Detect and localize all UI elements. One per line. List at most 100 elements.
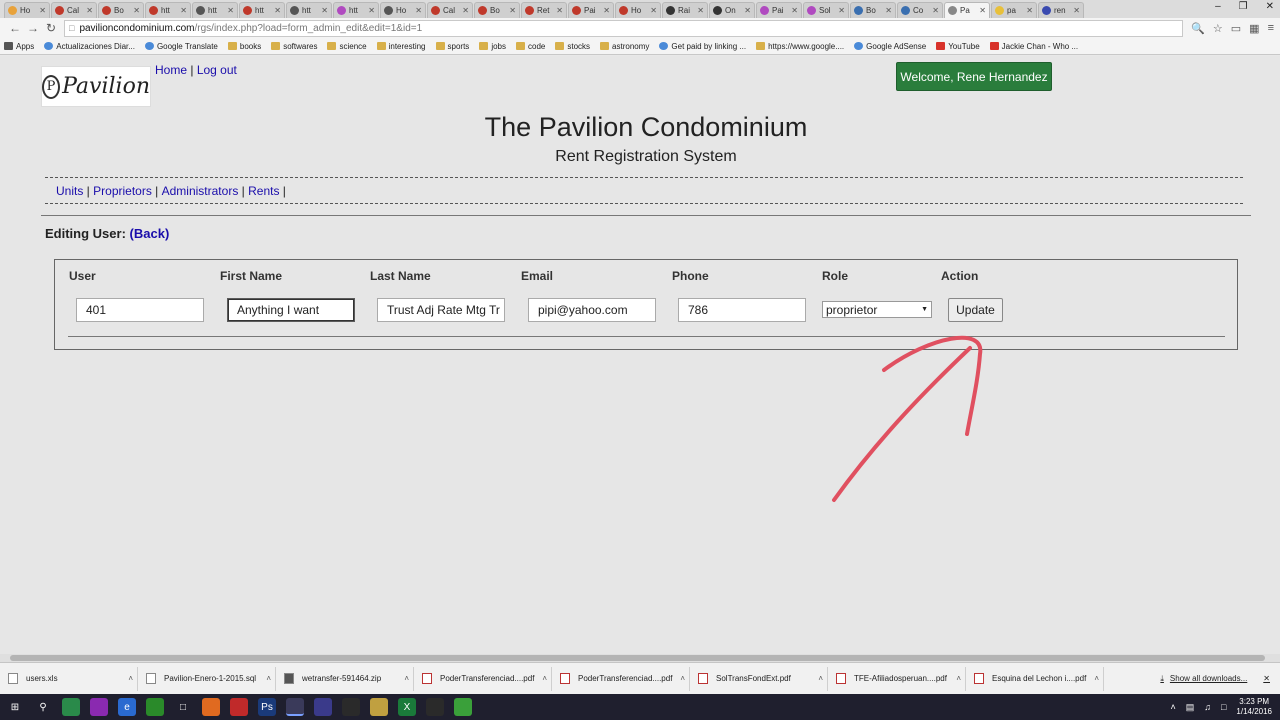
tab-close-icon[interactable]: ✕	[744, 6, 751, 15]
scrollbar-thumb[interactable]	[10, 655, 1265, 661]
browser-tab[interactable]: Bo ✕	[850, 2, 896, 18]
browser-tab[interactable]: Ho ✕	[4, 2, 50, 18]
bookmark-item[interactable]: Google Translate	[144, 42, 218, 51]
browser-tab[interactable]: Pai ✕	[568, 2, 614, 18]
browser-tab[interactable]: Pa ✕	[944, 2, 990, 18]
nav-link-rents[interactable]: Rents	[248, 184, 279, 198]
pavilion-logo[interactable]: P Pavilion	[41, 66, 151, 107]
browser-tab[interactable]: Sol ✕	[803, 2, 849, 18]
download-menu-chevron-icon[interactable]: ˄	[266, 674, 271, 683]
tab-close-icon[interactable]: ✕	[556, 6, 563, 15]
download-menu-chevron-icon[interactable]: ˄	[818, 674, 823, 683]
download-item[interactable]: Esquina del Lechon i....pdf ˄	[966, 666, 1104, 691]
close-downloads-icon[interactable]: ✕	[1263, 674, 1270, 683]
bookmark-item[interactable]: science	[327, 42, 367, 51]
download-menu-chevron-icon[interactable]: ˄	[542, 674, 547, 683]
home-link[interactable]: Home	[155, 63, 187, 77]
bookmark-item[interactable]: code	[516, 42, 545, 51]
tab-close-icon[interactable]: ✕	[368, 6, 375, 15]
photoshop-icon[interactable]: Ps	[258, 698, 276, 716]
user-field[interactable]: 401	[76, 298, 204, 322]
back-arrow-icon[interactable]: ←	[6, 21, 24, 35]
reload-icon[interactable]: ↻	[42, 21, 60, 35]
tab-close-icon[interactable]: ✕	[86, 6, 93, 15]
app-icon-7[interactable]	[454, 698, 472, 716]
volume-icon[interactable]: ♫	[1204, 702, 1211, 712]
app-icon-3[interactable]	[146, 698, 164, 716]
browser-tab[interactable]: htt ✕	[192, 2, 238, 18]
tab-close-icon[interactable]: ✕	[932, 6, 939, 15]
filezilla-icon[interactable]	[230, 698, 248, 716]
browser-tab[interactable]: Ho ✕	[615, 2, 661, 18]
bookmark-item[interactable]: astronomy	[600, 42, 649, 51]
browser-tab[interactable]: Bo ✕	[474, 2, 520, 18]
bookmark-item[interactable]: jobs	[479, 42, 506, 51]
tab-close-icon[interactable]: ✕	[462, 6, 469, 15]
bookmark-item[interactable]: interesting	[376, 42, 426, 51]
last-name-field[interactable]: Trust Adj Rate Mtg Tr	[377, 298, 505, 322]
url-input[interactable]: □ pavilioncondominium.com/rgs/index.php?…	[64, 19, 1184, 37]
browser-tab[interactable]: Bo ✕	[98, 2, 144, 18]
download-item[interactable]: SolTransFondExt.pdf ˄	[690, 666, 828, 691]
tab-close-icon[interactable]: ✕	[509, 6, 516, 15]
tab-close-icon[interactable]: ✕	[321, 6, 328, 15]
zoom-icon[interactable]: 🔍	[1191, 22, 1205, 35]
tab-close-icon[interactable]: ✕	[979, 6, 986, 15]
extension-icon[interactable]: ▦	[1249, 22, 1259, 35]
download-item[interactable]: Pavilion-Enero-1-2015.sql ˄	[138, 666, 276, 691]
download-item[interactable]: PoderTransferenciad....pdf ˄	[552, 666, 690, 691]
download-menu-chevron-icon[interactable]: ˄	[680, 674, 685, 683]
download-menu-chevron-icon[interactable]: ˄	[1094, 674, 1099, 683]
nav-link-proprietors[interactable]: Proprietors	[93, 184, 152, 198]
firefox-icon[interactable]	[202, 698, 220, 716]
minimize-icon[interactable]: –	[1215, 1, 1221, 12]
chrome-icon[interactable]	[286, 698, 304, 716]
notification-icon[interactable]: □	[1221, 702, 1226, 712]
app-icon-2[interactable]	[90, 698, 108, 716]
browser-tab[interactable]: Cal ✕	[51, 2, 97, 18]
tab-close-icon[interactable]: ✕	[39, 6, 46, 15]
tab-close-icon[interactable]: ✕	[885, 6, 892, 15]
download-menu-chevron-icon[interactable]: ˄	[128, 674, 133, 683]
nav-link-administrators[interactable]: Administrators	[162, 184, 239, 198]
windows-start-icon[interactable]: ⊞	[6, 698, 24, 716]
bookmark-item[interactable]: YouTube	[936, 42, 980, 51]
app-icon-1[interactable]	[62, 698, 80, 716]
explorer-icon[interactable]	[370, 698, 388, 716]
horizontal-scrollbar[interactable]	[0, 654, 1280, 662]
tab-close-icon[interactable]: ✕	[1026, 6, 1033, 15]
bookmark-item[interactable]: Get paid by linking ...	[659, 42, 746, 51]
edge-icon[interactable]: e	[118, 698, 136, 716]
role-select[interactable]: proprietor ▼	[822, 301, 932, 318]
browser-tab[interactable]: Cal ✕	[427, 2, 473, 18]
browser-tab[interactable]: On ✕	[709, 2, 755, 18]
browser-tab[interactable]: ren ✕	[1038, 2, 1084, 18]
app-icon-4[interactable]	[314, 698, 332, 716]
download-item[interactable]: wetransfer-591464.zip ˄	[276, 666, 414, 691]
network-icon[interactable]: ▤	[1186, 702, 1195, 713]
app-icon-5[interactable]	[342, 698, 360, 716]
tab-close-icon[interactable]: ✕	[697, 6, 704, 15]
bookmark-item[interactable]: https://www.google....	[756, 42, 844, 51]
bookmark-item[interactable]: Google AdSense	[854, 42, 926, 51]
app-icon-6[interactable]	[426, 698, 444, 716]
tab-close-icon[interactable]: ✕	[227, 6, 234, 15]
email-field[interactable]: pipi@yahoo.com	[528, 298, 656, 322]
browser-tab[interactable]: Co ✕	[897, 2, 943, 18]
tab-close-icon[interactable]: ✕	[274, 6, 281, 15]
tab-close-icon[interactable]: ✕	[180, 6, 187, 15]
download-item[interactable]: users.xls ˄	[0, 666, 138, 691]
chevron-up-icon[interactable]: ˄	[1170, 702, 1175, 712]
first-name-field[interactable]: Anything I want	[227, 298, 355, 322]
taskbar-clock[interactable]: 3:23 PM 1/14/2016	[1236, 697, 1272, 717]
bookmark-item[interactable]: Apps	[4, 42, 34, 51]
tab-close-icon[interactable]: ✕	[133, 6, 140, 15]
menu-icon[interactable]: ≡	[1268, 22, 1274, 35]
phone-field[interactable]: 786	[678, 298, 806, 322]
browser-tab[interactable]: htt ✕	[239, 2, 285, 18]
back-link[interactable]: (Back)	[130, 226, 170, 241]
forward-arrow-icon[interactable]: →	[24, 21, 42, 35]
close-window-icon[interactable]: ✕	[1266, 1, 1274, 12]
browser-tab[interactable]: htt ✕	[286, 2, 332, 18]
excel-icon[interactable]: X	[398, 698, 416, 716]
